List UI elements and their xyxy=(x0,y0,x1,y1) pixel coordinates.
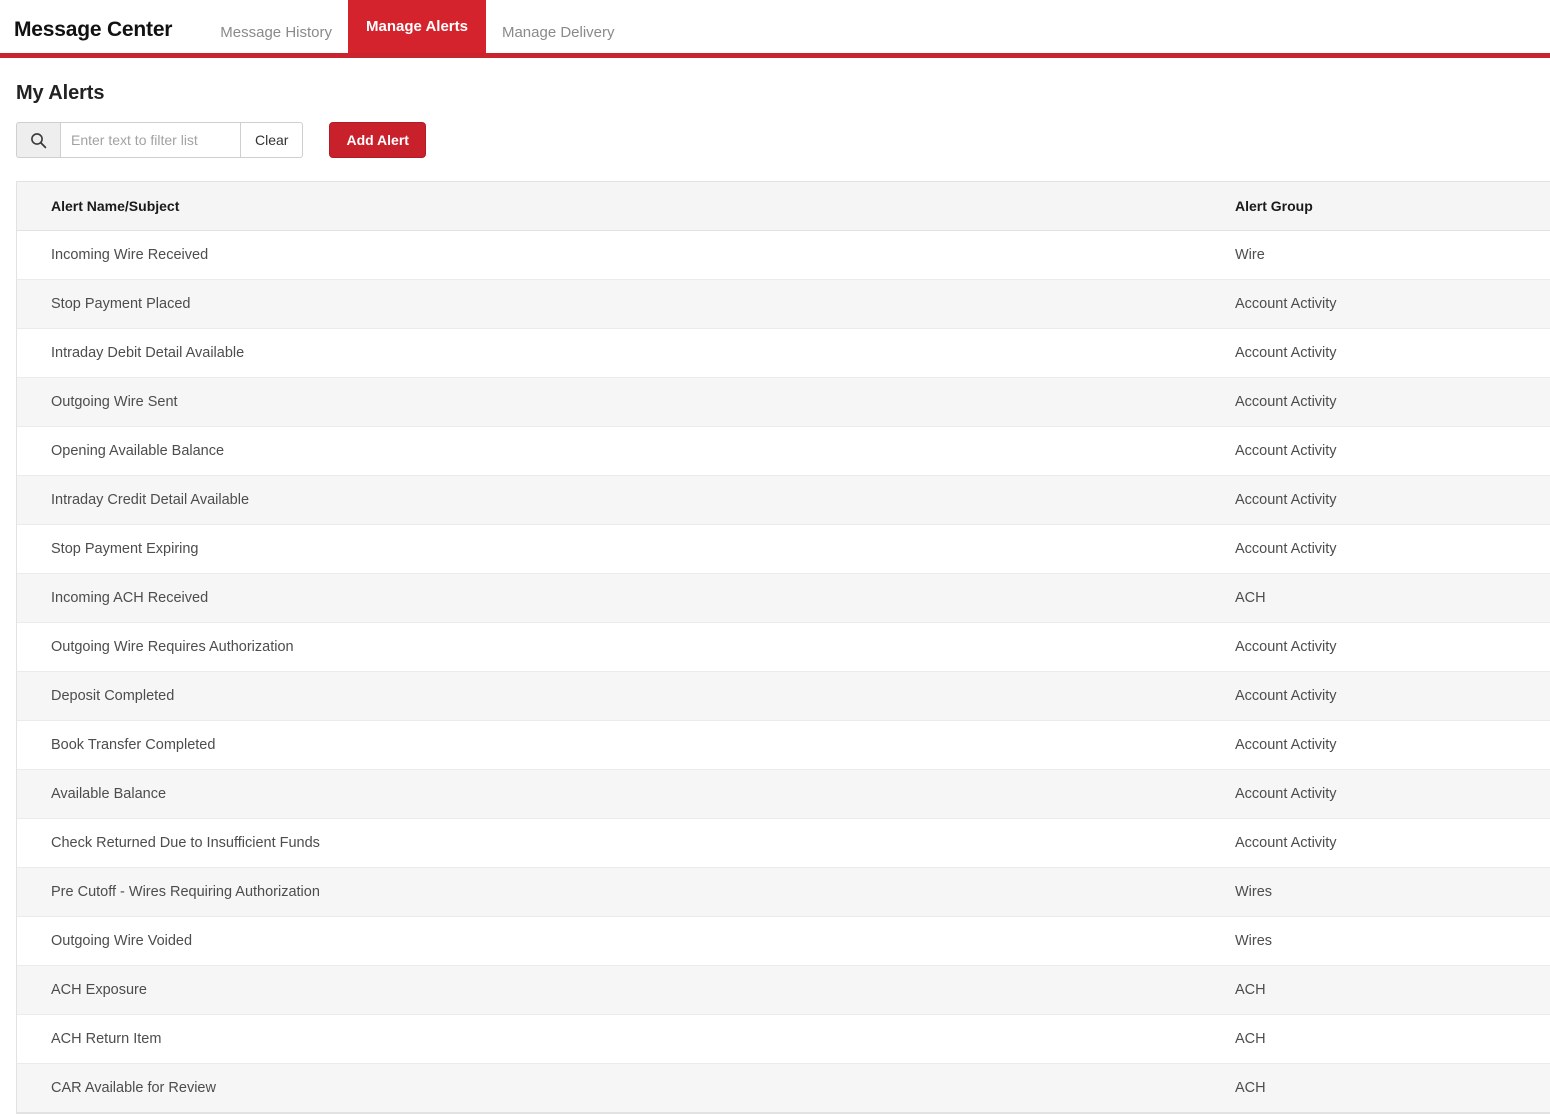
table-row[interactable]: Available BalanceAccount Activity xyxy=(17,770,1550,819)
table-row[interactable]: Pre Cutoff - Wires Requiring Authorizati… xyxy=(17,868,1550,917)
cell-alert-name: Intraday Debit Detail Available xyxy=(17,329,1201,378)
table-header-row: Alert Name/Subject Alert Group xyxy=(17,182,1550,231)
cell-alert-group: Account Activity xyxy=(1201,329,1550,378)
cell-alert-name: Incoming ACH Received xyxy=(17,574,1201,623)
alerts-toolbar: Clear Add Alert xyxy=(16,122,1550,158)
cell-alert-name: Book Transfer Completed xyxy=(17,721,1201,770)
tab-manage-delivery[interactable]: Manage Delivery xyxy=(486,12,631,53)
cell-alert-name: Outgoing Wire Voided xyxy=(17,917,1201,966)
alerts-table-container: Alert Name/Subject Alert Group Incoming … xyxy=(16,181,1550,1114)
cell-alert-group: Account Activity xyxy=(1201,623,1550,672)
table-row[interactable]: CAR Available for ReviewACH xyxy=(17,1064,1550,1113)
filter-input[interactable] xyxy=(60,122,240,158)
table-row[interactable]: Incoming Wire ReceivedWire xyxy=(17,231,1550,280)
cell-alert-name: Deposit Completed xyxy=(17,672,1201,721)
cell-alert-name: Pre Cutoff - Wires Requiring Authorizati… xyxy=(17,868,1201,917)
cell-alert-name: Available Balance xyxy=(17,770,1201,819)
cell-alert-name: Incoming Wire Received xyxy=(17,231,1201,280)
cell-alert-group: Account Activity xyxy=(1201,427,1550,476)
table-body: Incoming Wire ReceivedWireStop Payment P… xyxy=(17,231,1550,1113)
table-row[interactable]: Deposit CompletedAccount Activity xyxy=(17,672,1550,721)
table-row[interactable]: Stop Payment PlacedAccount Activity xyxy=(17,280,1550,329)
cell-alert-group: Wire xyxy=(1201,231,1550,280)
cell-alert-group: ACH xyxy=(1201,574,1550,623)
cell-alert-name: Stop Payment Expiring xyxy=(17,525,1201,574)
cell-alert-group: ACH xyxy=(1201,1015,1550,1064)
cell-alert-name: Outgoing Wire Requires Authorization xyxy=(17,623,1201,672)
add-alert-button[interactable]: Add Alert xyxy=(329,122,425,158)
cell-alert-name: Outgoing Wire Sent xyxy=(17,378,1201,427)
cell-alert-group: Account Activity xyxy=(1201,476,1550,525)
cell-alert-name: Intraday Credit Detail Available xyxy=(17,476,1201,525)
cell-alert-group: Account Activity xyxy=(1201,525,1550,574)
page-title: My Alerts xyxy=(16,82,1550,105)
clear-button[interactable]: Clear xyxy=(240,122,303,158)
filter-input-group: Clear xyxy=(16,122,303,158)
cell-alert-name: Stop Payment Placed xyxy=(17,280,1201,329)
table-row[interactable]: Opening Available BalanceAccount Activit… xyxy=(17,427,1550,476)
cell-alert-group: Account Activity xyxy=(1201,378,1550,427)
column-header-alert-group[interactable]: Alert Group xyxy=(1201,182,1550,231)
cell-alert-name: CAR Available for Review xyxy=(17,1064,1201,1113)
table-row[interactable]: Outgoing Wire Requires AuthorizationAcco… xyxy=(17,623,1550,672)
cell-alert-name: ACH Exposure xyxy=(17,966,1201,1015)
table-row[interactable]: ACH ExposureACH xyxy=(17,966,1550,1015)
table-row[interactable]: Check Returned Due to Insufficient Funds… xyxy=(17,819,1550,868)
table-row[interactable]: Incoming ACH ReceivedACH xyxy=(17,574,1550,623)
table-row[interactable]: ACH Return ItemACH xyxy=(17,1015,1550,1064)
cell-alert-group: Account Activity xyxy=(1201,721,1550,770)
cell-alert-group: Account Activity xyxy=(1201,280,1550,329)
tab-list: Message History Manage Alerts Manage Del… xyxy=(204,0,630,53)
search-icon[interactable] xyxy=(16,122,60,158)
cell-alert-group: Wires xyxy=(1201,868,1550,917)
cell-alert-group: Account Activity xyxy=(1201,819,1550,868)
alerts-table: Alert Name/Subject Alert Group Incoming … xyxy=(17,182,1550,1113)
tab-manage-alerts[interactable]: Manage Alerts xyxy=(348,0,486,53)
table-header: Alert Name/Subject Alert Group xyxy=(17,182,1550,231)
cell-alert-group: ACH xyxy=(1201,1064,1550,1113)
cell-alert-name: Check Returned Due to Insufficient Funds xyxy=(17,819,1201,868)
table-row[interactable]: Outgoing Wire SentAccount Activity xyxy=(17,378,1550,427)
app-title: Message Center xyxy=(14,18,172,53)
table-row[interactable]: Intraday Debit Detail AvailableAccount A… xyxy=(17,329,1550,378)
table-row[interactable]: Book Transfer CompletedAccount Activity xyxy=(17,721,1550,770)
column-header-alert-name[interactable]: Alert Name/Subject xyxy=(17,182,1201,231)
table-row[interactable]: Stop Payment ExpiringAccount Activity xyxy=(17,525,1550,574)
cell-alert-group: Wires xyxy=(1201,917,1550,966)
table-row[interactable]: Outgoing Wire VoidedWires xyxy=(17,917,1550,966)
cell-alert-name: Opening Available Balance xyxy=(17,427,1201,476)
cell-alert-group: Account Activity xyxy=(1201,770,1550,819)
cell-alert-name: ACH Return Item xyxy=(17,1015,1201,1064)
top-navigation-bar: Message Center Message History Manage Al… xyxy=(0,0,1550,58)
cell-alert-group: ACH xyxy=(1201,966,1550,1015)
table-row[interactable]: Intraday Credit Detail AvailableAccount … xyxy=(17,476,1550,525)
cell-alert-group: Account Activity xyxy=(1201,672,1550,721)
page-content: My Alerts Clear Add Alert Alert Name/Sub… xyxy=(0,82,1550,1114)
tab-message-history[interactable]: Message History xyxy=(204,12,348,53)
